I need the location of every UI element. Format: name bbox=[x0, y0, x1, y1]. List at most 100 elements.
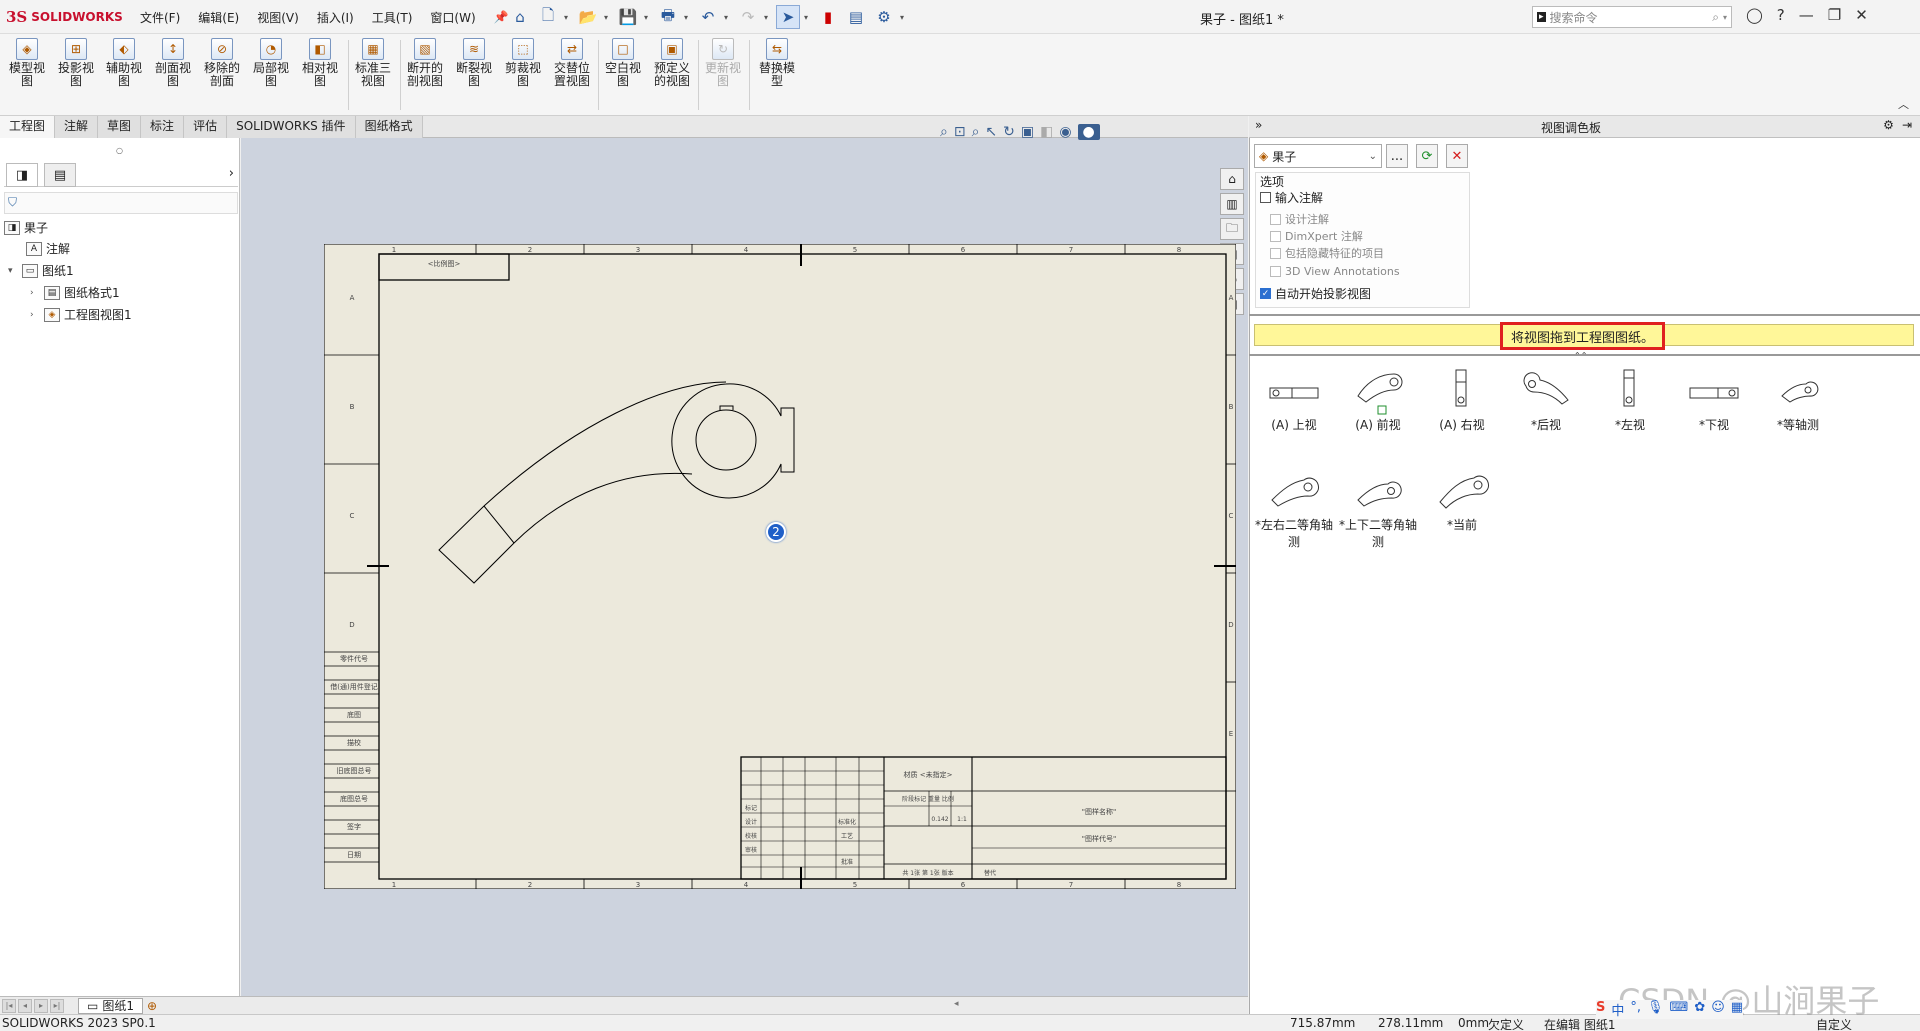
crop-view-button[interactable]: ⬚ 剪裁视图 bbox=[500, 38, 546, 88]
pin-icon[interactable]: 📌 bbox=[494, 10, 509, 24]
tab-markup[interactable]: 标注 bbox=[141, 116, 185, 138]
punctuation-icon[interactable]: °, bbox=[1630, 1000, 1641, 1019]
print-icon[interactable]: 🖶 bbox=[656, 5, 680, 29]
tree-item-sheet-format[interactable]: › ▤ 图纸格式1 bbox=[30, 284, 120, 301]
view-thumb-front[interactable]: (A) 前视 bbox=[1336, 366, 1420, 433]
close-icon[interactable]: ✕ bbox=[1855, 6, 1868, 24]
relative-view-button[interactable]: ◧ 相对视图 bbox=[297, 38, 343, 88]
user-settings-icon[interactable]: ☺ bbox=[1711, 1000, 1725, 1019]
detail-view-button[interactable]: ◔ 局部视图 bbox=[248, 38, 294, 88]
file-properties-icon[interactable]: ▤ bbox=[844, 5, 868, 29]
horizontal-scrollbar[interactable]: ◂ bbox=[950, 996, 1248, 1014]
open-icon[interactable]: 📂 bbox=[576, 5, 600, 29]
search-icon[interactable]: ⌕ bbox=[1712, 10, 1719, 25]
menu-insert[interactable]: 插入(I) bbox=[317, 9, 354, 26]
new-dropdown-icon[interactable]: ▾ bbox=[564, 13, 572, 22]
previous-view-icon[interactable]: ↖ bbox=[985, 124, 997, 140]
open-dropdown-icon[interactable]: ▾ bbox=[604, 13, 612, 22]
dimxpert-annotations-checkbox[interactable]: DimXpert 注解 bbox=[1270, 228, 1363, 244]
sheet-tab[interactable]: ▭ 图纸1 bbox=[78, 997, 143, 1014]
tab-annotation[interactable]: 注解 bbox=[55, 116, 99, 138]
tree-filter-input[interactable]: ⛉ bbox=[4, 192, 238, 214]
sogou-logo-icon[interactable]: S bbox=[1596, 1000, 1605, 1019]
tree-item-root[interactable]: ◨ 果子 bbox=[4, 219, 48, 236]
view-thumb-dimetric-lr[interactable]: *左右二等角轴测 bbox=[1252, 466, 1336, 550]
tab-sketch[interactable]: 草图 bbox=[98, 116, 142, 138]
expand-toggle-icon[interactable]: › bbox=[30, 288, 40, 298]
hidden-features-checkbox[interactable]: 包括隐藏特征的项目 bbox=[1270, 245, 1384, 261]
file-explorer-icon[interactable]: 🗀 bbox=[1220, 218, 1244, 240]
redo-dropdown-icon[interactable]: ▾ bbox=[764, 13, 772, 22]
microphone-icon[interactable]: 🎙 bbox=[1647, 1000, 1664, 1019]
break-view-button[interactable]: ≋ 断裂视图 bbox=[451, 38, 497, 88]
new-document-icon[interactable]: 🗋 bbox=[536, 5, 560, 29]
drawing-sheet[interactable]: 1 2 3 4 5 6 7 8 1 2 3 4 5 6 7 8 A B C D … bbox=[323, 243, 1237, 892]
predefined-view-button[interactable]: ▣ 预定义 的视图 bbox=[649, 38, 695, 88]
ime-mode[interactable]: 中 bbox=[1611, 1000, 1624, 1019]
auxiliary-view-button[interactable]: ⬖ 辅助视图 bbox=[101, 38, 147, 88]
next-sheet-icon[interactable]: ▸ bbox=[34, 998, 48, 1013]
undo-icon[interactable]: ↶ bbox=[696, 5, 720, 29]
options-dropdown-icon[interactable]: ▾ bbox=[900, 13, 908, 22]
user-icon[interactable]: ◯ bbox=[1746, 6, 1763, 24]
hide-show-icon[interactable]: ◉ bbox=[1059, 124, 1071, 140]
search-scope-icon[interactable]: ▸ bbox=[1537, 12, 1546, 22]
appearance-icon[interactable]: ● bbox=[1077, 124, 1100, 140]
tab-evaluate[interactable]: 评估 bbox=[184, 116, 228, 138]
import-annotations-checkbox[interactable]: 输入注解 bbox=[1260, 189, 1323, 206]
zoom-to-fit-icon[interactable]: ⌕ bbox=[940, 124, 948, 140]
update-view-button[interactable]: ↻ 更新视图 bbox=[700, 38, 746, 88]
menu-tools[interactable]: 工具(T) bbox=[372, 9, 413, 26]
tree-item-drawing-view[interactable]: › ◈ 工程图视图1 bbox=[30, 306, 132, 323]
tab-drawing[interactable]: 工程图 bbox=[0, 116, 56, 138]
zoom-selection-icon[interactable]: ⌕ bbox=[972, 124, 980, 140]
menu-window[interactable]: 窗口(W) bbox=[430, 9, 475, 26]
view-thumb-isometric[interactable]: *等轴测 bbox=[1756, 366, 1840, 433]
clear-icon[interactable]: ✕ bbox=[1446, 144, 1468, 168]
solidworks-logo[interactable]: 3S SOLIDWORKS bbox=[6, 8, 123, 26]
design-annotations-checkbox[interactable]: 设计注解 bbox=[1270, 211, 1329, 227]
feature-manager-tab-icon[interactable]: ◨ bbox=[6, 163, 38, 187]
collapse-toggle-icon[interactable]: ▾ bbox=[8, 266, 18, 276]
projected-view-button[interactable]: ⊞ 投影视图 bbox=[53, 38, 99, 88]
keyboard-icon[interactable]: ⌨ bbox=[1670, 1000, 1689, 1019]
zoom-area-icon[interactable]: ⊡ bbox=[954, 124, 966, 140]
panel-grip-icon[interactable]: ○ bbox=[116, 146, 123, 155]
select-dropdown-icon[interactable]: ▾ bbox=[804, 13, 812, 22]
rebuild-icon[interactable]: ▮ bbox=[816, 5, 840, 29]
tree-item-sheet[interactable]: ▾ ▭ 图纸1 bbox=[8, 262, 74, 279]
last-sheet-icon[interactable]: ▸| bbox=[50, 998, 64, 1013]
display-style-icon[interactable]: ◧ bbox=[1040, 124, 1053, 140]
expand-toggle-icon[interactable]: › bbox=[30, 310, 40, 320]
undo-dropdown-icon[interactable]: ▾ bbox=[724, 13, 732, 22]
menu-edit[interactable]: 编辑(E) bbox=[198, 9, 239, 26]
menu-view[interactable]: 视图(V) bbox=[257, 9, 299, 26]
command-search-input[interactable]: ▸ 搜索命令 ⌕ ▾ bbox=[1532, 6, 1732, 28]
view-thumb-current[interactable]: *当前 bbox=[1420, 466, 1504, 533]
refresh-icon[interactable]: ⟳ bbox=[1416, 144, 1438, 168]
prev-sheet-icon[interactable]: ◂ bbox=[18, 998, 32, 1013]
browse-button[interactable]: ... bbox=[1386, 144, 1408, 168]
home-tab-icon[interactable]: ⌂ bbox=[1220, 168, 1244, 190]
print-dropdown-icon[interactable]: ▾ bbox=[684, 13, 692, 22]
settings-gear-icon[interactable]: ⚙ bbox=[1883, 118, 1894, 132]
home-icon[interactable]: ⌂ bbox=[508, 5, 532, 29]
expand-arrow-icon[interactable]: › bbox=[229, 166, 234, 181]
view-thumb-bottom[interactable]: *下视 bbox=[1672, 366, 1756, 433]
3d-view-annotations-checkbox[interactable]: 3D View Annotations bbox=[1270, 265, 1400, 278]
expand-pane-icon[interactable]: » bbox=[1255, 118, 1262, 132]
auto-start-projected-view-checkbox[interactable]: ✓ 自动开始投影视图 bbox=[1260, 285, 1371, 302]
model-view-button[interactable]: ◈ 模型视图 bbox=[4, 38, 50, 88]
standard-3-view-button[interactable]: ▦ 标准三 视图 bbox=[350, 38, 396, 88]
broken-out-section-button[interactable]: ▧ 断开的 剖视图 bbox=[402, 38, 448, 88]
save-dropdown-icon[interactable]: ▾ bbox=[644, 13, 652, 22]
view-thumb-right[interactable]: (A) 右视 bbox=[1420, 366, 1504, 433]
design-library-icon[interactable]: ▥ bbox=[1220, 193, 1244, 215]
pin-pane-icon[interactable]: ⇥ bbox=[1902, 118, 1912, 132]
scroll-left-icon[interactable]: ◂ bbox=[954, 999, 959, 1009]
alternate-position-button[interactable]: ⇄ 交替位 置视图 bbox=[549, 38, 595, 88]
add-sheet-icon[interactable]: ⊕ bbox=[147, 999, 157, 1013]
tab-sheet-format[interactable]: 图纸格式 bbox=[355, 116, 423, 138]
splitter-grip-icon[interactable]: ⌃⌃ bbox=[1574, 351, 1587, 360]
minimize-icon[interactable]: — bbox=[1799, 6, 1814, 24]
